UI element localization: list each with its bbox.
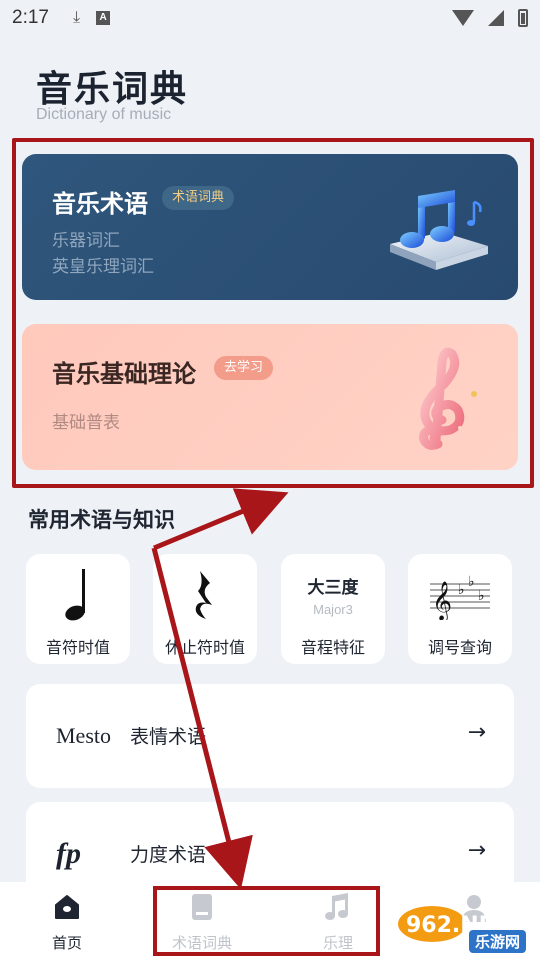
annotation-box-cards — [12, 138, 534, 488]
arrow-right-icon: → — [467, 838, 486, 863]
tile-label: 休止符时值 — [164, 638, 245, 657]
interval-big-text: 大三度 — [307, 578, 359, 598]
key-signature-tile[interactable]: 𝄞 ♭ ♭ ♭ 调号查询 — [408, 554, 512, 664]
svg-text:♭: ♭ — [468, 574, 475, 590]
expression-terms-item[interactable]: Mesto 表情术语 → — [26, 684, 514, 788]
svg-text:♭: ♭ — [478, 588, 485, 604]
nav-label: 首页 — [51, 934, 82, 952]
wifi-icon — [452, 10, 474, 26]
status-time: 2:17 — [12, 7, 49, 28]
page-subtitle: Dictionary of music — [36, 106, 172, 123]
battery-icon — [518, 9, 528, 27]
signal-icon — [488, 10, 504, 26]
rest-duration-tile[interactable]: 休止符时值 — [153, 554, 257, 664]
font-icon: A — [96, 11, 111, 25]
mesto-icon: Mesto — [56, 723, 111, 748]
svg-text:♭: ♭ — [458, 582, 465, 598]
tile-label: 调号查询 — [427, 638, 492, 657]
list-item-label: 表情术语 — [130, 726, 207, 748]
quarter-rest-icon — [195, 571, 212, 619]
annotation-box-nav — [153, 886, 380, 956]
interval-tile[interactable]: 大三度 Major3 音程特征 — [281, 554, 385, 664]
interval-small-text: Major3 — [313, 602, 353, 617]
note-duration-tile[interactable]: 音符时值 — [26, 554, 130, 664]
watermark-site: 乐游网 — [468, 930, 526, 953]
section-title: 常用术语与知识 — [28, 508, 175, 532]
quarter-note-icon — [65, 569, 85, 621]
svg-text:𝄞: 𝄞 — [432, 581, 452, 620]
download-icon: ⤓ — [72, 9, 81, 26]
page-title: 音乐词典 — [36, 69, 189, 110]
home-icon — [55, 895, 79, 919]
tile-label: 音符时值 — [45, 638, 110, 657]
tile-label: 音程特征 — [300, 638, 365, 657]
arrow-right-icon: → — [467, 720, 486, 745]
status-bar: 2:17 ⤓ A — [0, 0, 540, 36]
key-signature-icon: 𝄞 ♭ ♭ ♭ — [430, 574, 490, 620]
nav-home[interactable]: 首页 — [17, 892, 117, 953]
list-item-label: 力度术语 — [130, 844, 207, 866]
